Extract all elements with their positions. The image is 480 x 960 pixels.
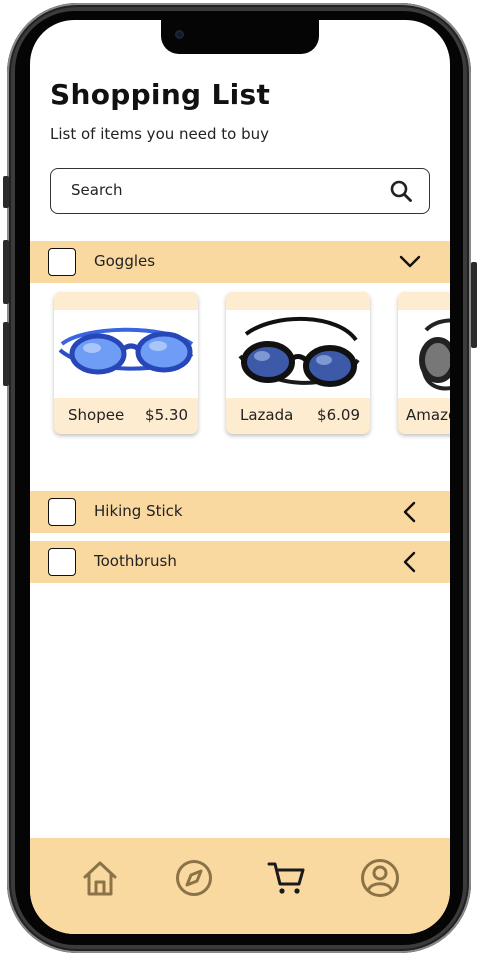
black-goggles-image [226,310,370,398]
list-item-hiking-stick[interactable]: Hiking Stick [30,491,450,533]
chevron-left-icon[interactable] [398,500,422,524]
screen: Shopping List List of items you need to … [30,20,450,934]
goggles-checkbox[interactable] [48,248,76,276]
hiking-stick-checkbox[interactable] [48,498,76,526]
side-button-power [471,262,477,348]
side-button-volume-up [3,240,9,304]
side-button-volume-down [3,322,9,386]
chevron-down-icon[interactable] [398,250,422,274]
cart-icon[interactable] [267,858,307,898]
profile-icon[interactable] [360,858,400,898]
list-item-toothbrush[interactable]: Toothbrush [30,541,450,583]
list-item-label: Goggles [94,252,156,270]
search-bar[interactable] [50,168,430,214]
search-input[interactable] [71,181,371,199]
black-goggles-image [398,310,450,398]
compass-icon[interactable] [174,858,214,898]
search-icon[interactable] [389,179,413,203]
offer-price: $6.09 [317,406,360,424]
offer-card-shopee[interactable]: Shopee $5.30 [54,292,198,434]
offer-card-amazon[interactable]: Amazon [398,292,450,434]
blue-goggles-image [54,310,198,398]
notch [161,20,319,54]
bottom-tab-bar [30,838,450,934]
list-item-label: Toothbrush [94,552,177,570]
home-icon[interactable] [80,858,120,898]
camera [175,30,184,39]
chevron-left-icon[interactable] [398,550,422,574]
offer-card-lazada[interactable]: Lazada $6.09 [226,292,370,434]
side-button-silent [3,176,9,208]
offer-price: $5.30 [145,406,188,424]
page-title: Shopping List [50,78,271,111]
list-item-label: Hiking Stick [94,502,183,520]
offer-store: Amazon [406,406,450,424]
toothbrush-checkbox[interactable] [48,548,76,576]
list-item-goggles[interactable]: Goggles [30,241,450,283]
page-subtitle: List of items you need to buy [50,125,270,143]
offer-store: Shopee [68,406,125,424]
offer-store: Lazada [240,406,294,424]
